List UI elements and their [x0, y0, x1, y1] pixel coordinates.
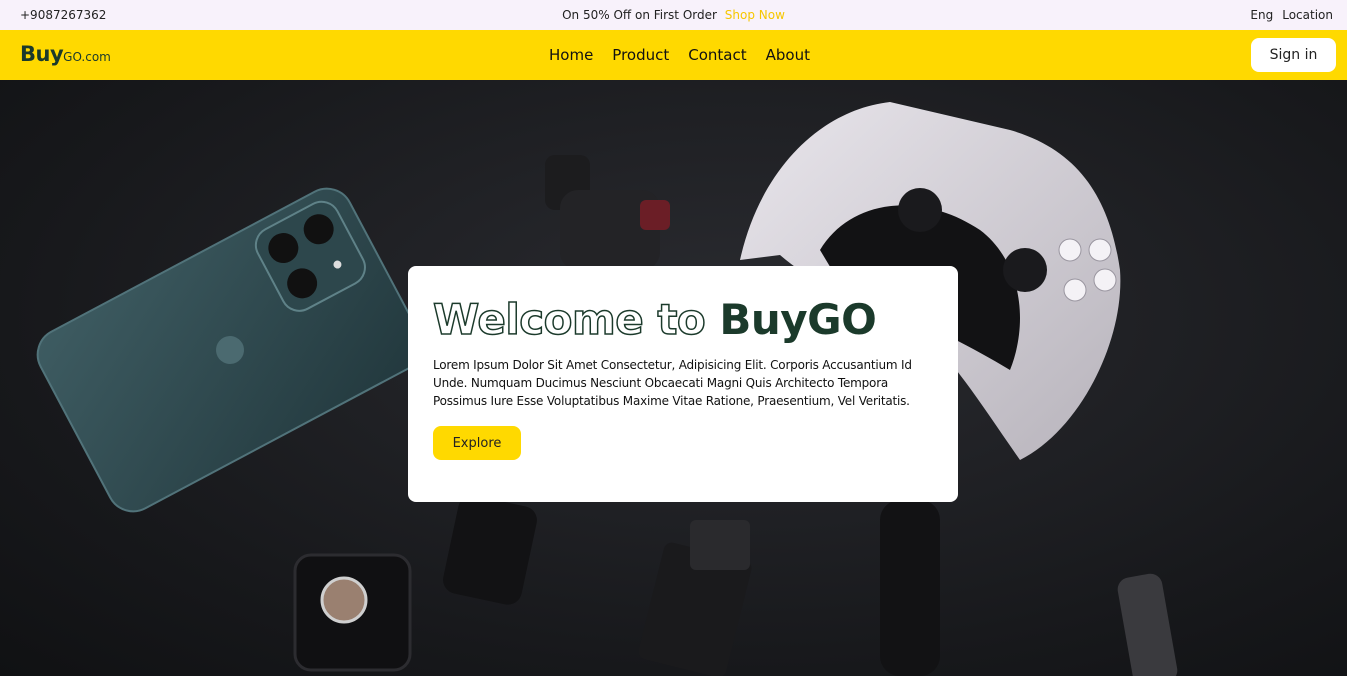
welcome-card: Welcome to BuyGO Lorem Ipsum Dolor Sit A…: [408, 266, 958, 502]
gadget-shapes: [293, 500, 1178, 676]
nav-link-home[interactable]: Home: [549, 46, 593, 64]
nav-links: Home Product Contact About: [549, 46, 810, 64]
hero-title-brand: BuyGO: [719, 295, 877, 344]
hero-title-welcome: Welcome to: [432, 294, 706, 345]
announcement-bar: +9087267362 On 50% Off on First Order Sh…: [0, 0, 1347, 30]
hero-title: Welcome to BuyGO: [432, 294, 933, 346]
main-navbar: BuyGO.com Home Product Contact About Sig…: [0, 30, 1347, 80]
hero-section: Welcome to BuyGO Lorem Ipsum Dolor Sit A…: [0, 80, 1347, 676]
nav-link-contact[interactable]: Contact: [688, 46, 746, 64]
logo-main: Buy: [20, 42, 64, 66]
promo-text: On 50% Off on First Order: [562, 8, 717, 22]
hero-description: Lorem Ipsum Dolor Sit Amet Consectetur, …: [433, 358, 912, 408]
topbar-utilities: Eng Location: [1250, 8, 1333, 22]
phone-shape: [36, 187, 424, 513]
nav-link-about[interactable]: About: [766, 46, 810, 64]
promo-banner: On 50% Off on First Order Shop Now: [0, 8, 1347, 22]
site-logo[interactable]: BuyGO.com: [20, 42, 111, 66]
explore-button[interactable]: Explore: [433, 426, 521, 460]
shop-now-link[interactable]: Shop Now: [725, 8, 785, 22]
location-selector[interactable]: Location: [1282, 8, 1333, 22]
language-selector[interactable]: Eng: [1250, 8, 1273, 22]
sign-in-button[interactable]: Sign in: [1251, 38, 1336, 72]
logo-suffix: GO.com: [63, 50, 111, 64]
nav-link-product[interactable]: Product: [612, 46, 669, 64]
